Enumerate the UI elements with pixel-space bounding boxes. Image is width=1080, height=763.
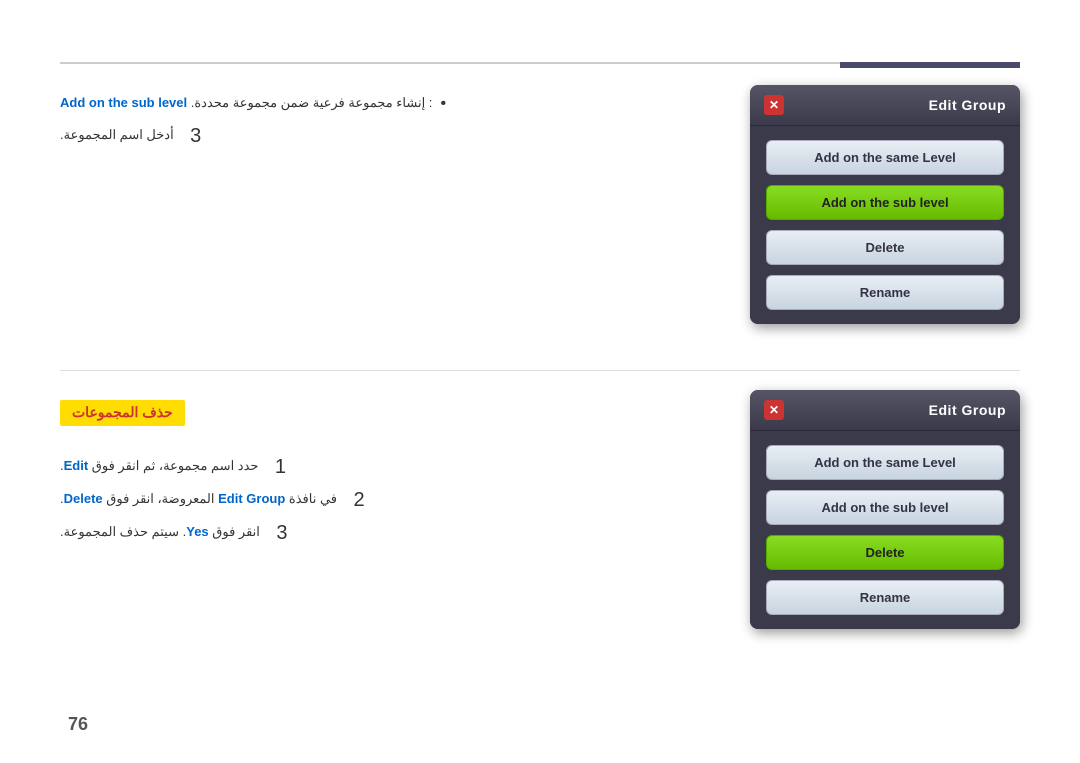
- step3-highlight: Yes: [186, 524, 208, 539]
- step-text-1: حدد اسم مجموعة، ثم انقر فوق Edit.: [60, 456, 258, 476]
- step-1-bottom: 1 حدد اسم مجموعة، ثم انقر فوق Edit.: [60, 456, 730, 479]
- panel-title-top: Edit Group: [929, 97, 1006, 113]
- bottom-text-area: حذف المجموعات 1 حدد اسم مجموعة، ثم انقر …: [60, 390, 750, 555]
- panel-close-button-top[interactable]: ✕: [764, 95, 784, 115]
- bullet-item: • : إنشاء مجموعة فرعية ضمن مجموعة محددة.…: [60, 95, 730, 113]
- btn-add-same-level-bottom[interactable]: Add on the same Level: [766, 445, 1004, 480]
- panel-close-button-bottom[interactable]: ✕: [764, 400, 784, 420]
- btn-delete-bottom[interactable]: Delete: [766, 535, 1004, 570]
- bullet-dot: •: [440, 95, 446, 113]
- bullet-text-before: : إنشاء مجموعة فرعية ضمن مجموعة محددة.: [187, 95, 432, 110]
- step1-highlight: Edit: [64, 458, 89, 473]
- page-number: 76: [68, 714, 88, 735]
- btn-delete-top[interactable]: Delete: [766, 230, 1004, 265]
- step-text-2: في نافذة Edit Group المعروضة، انقر فوق D…: [60, 489, 337, 509]
- step2-highlight1: Edit Group: [218, 491, 285, 506]
- step-number-3-bottom: 3: [272, 522, 292, 545]
- panel-body-bottom: Add on the same Level Add on the sub lev…: [750, 431, 1020, 629]
- top-section: • : إنشاء مجموعة فرعية ضمن مجموعة محددة.…: [60, 85, 1020, 324]
- top-text-area: • : إنشاء مجموعة فرعية ضمن مجموعة محددة.…: [60, 85, 750, 158]
- btn-add-sub-level-top[interactable]: Add on the sub level: [766, 185, 1004, 220]
- section-heading-box: حذف المجموعات: [60, 400, 185, 426]
- btn-add-sub-level-bottom[interactable]: Add on the sub level: [766, 490, 1004, 525]
- close-icon-bottom: ✕: [769, 403, 779, 417]
- step-text-3-top: أدخل اسم المجموعة.: [60, 125, 174, 145]
- btn-add-same-level-top[interactable]: Add on the same Level: [766, 140, 1004, 175]
- bullet-description: : إنشاء مجموعة فرعية ضمن مجموعة محددة. A…: [60, 95, 432, 111]
- section-heading-wrapper: حذف المجموعات: [60, 400, 730, 442]
- bullet-highlight: Add on the sub level: [60, 95, 187, 110]
- top-accent-bar: [840, 62, 1020, 68]
- bottom-section: حذف المجموعات 1 حدد اسم مجموعة، ثم انقر …: [60, 390, 1020, 629]
- step-text-3-bottom: انقر فوق Yes. سيتم حذف المجموعة.: [60, 522, 260, 542]
- panel-title-bottom: Edit Group: [929, 402, 1006, 418]
- panel-header-bottom: ✕ Edit Group: [750, 390, 1020, 431]
- step-2-bottom: 2 في نافذة Edit Group المعروضة، انقر فوق…: [60, 489, 730, 512]
- close-icon-top: ✕: [769, 98, 779, 112]
- step-3-top: 3 أدخل اسم المجموعة.: [60, 125, 730, 148]
- mid-separator: [60, 370, 1020, 371]
- step-number-1: 1: [270, 456, 290, 479]
- btn-rename-bottom[interactable]: Rename: [766, 580, 1004, 615]
- section-heading-text: حذف المجموعات: [72, 404, 173, 420]
- edit-group-panel-bottom: ✕ Edit Group Add on the same Level Add o…: [750, 390, 1020, 629]
- edit-group-panel-top: ✕ Edit Group Add on the same Level Add o…: [750, 85, 1020, 324]
- step-number-3-top: 3: [186, 125, 206, 148]
- btn-rename-top[interactable]: Rename: [766, 275, 1004, 310]
- panel-body-top: Add on the same Level Add on the sub lev…: [750, 126, 1020, 324]
- step2-highlight2: Delete: [64, 491, 103, 506]
- panel-header-top: ✕ Edit Group: [750, 85, 1020, 126]
- step-3-bottom: 3 انقر فوق Yes. سيتم حذف المجموعة.: [60, 522, 730, 545]
- step-number-2: 2: [349, 489, 369, 512]
